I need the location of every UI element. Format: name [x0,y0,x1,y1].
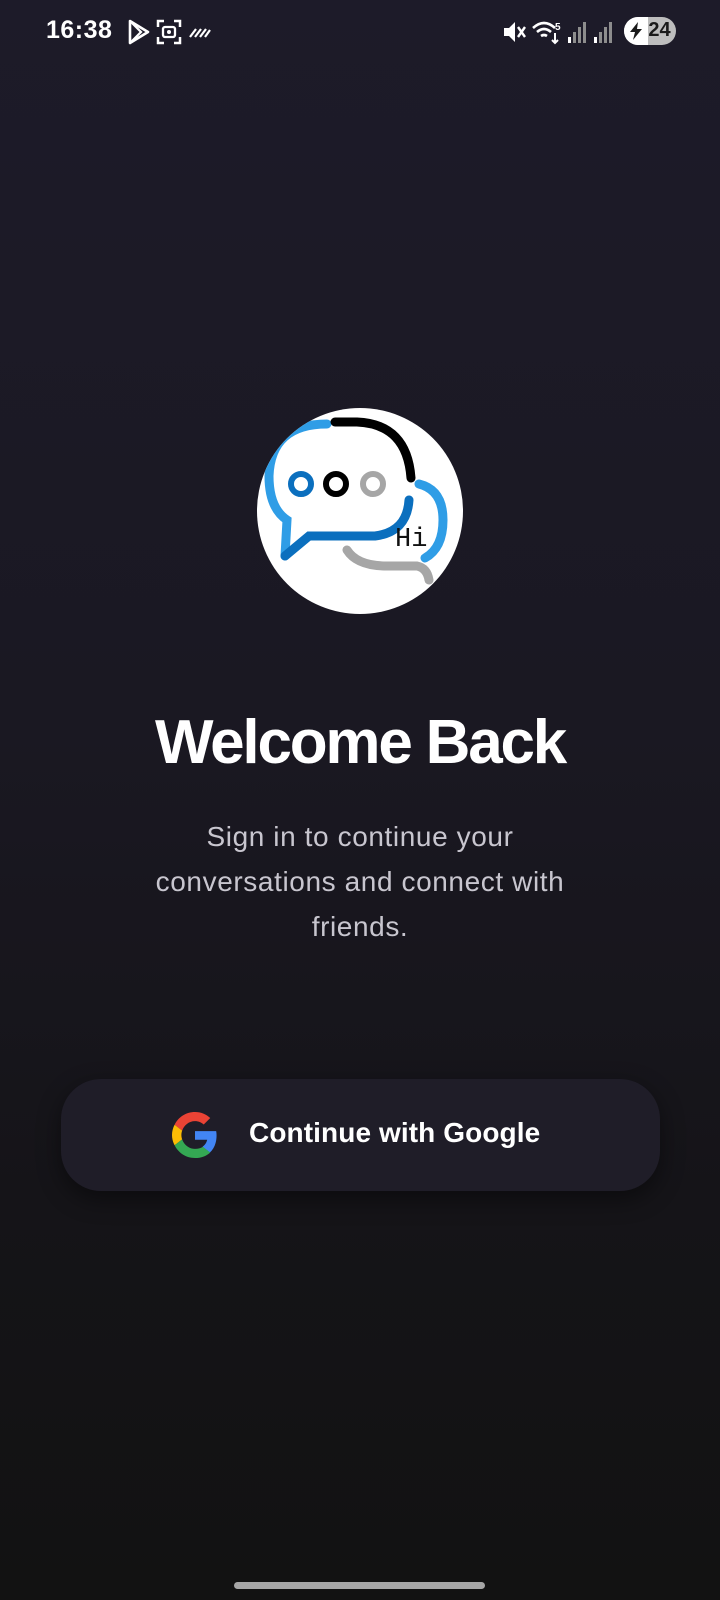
home-indicator[interactable] [234,1582,485,1589]
vibrate-mute-icon [504,22,526,42]
logo-hi-text: Hi [395,525,427,555]
battery-charging-icon [630,22,642,40]
play-store-icon [128,19,150,45]
continue-with-google-button[interactable]: Continue with Google [61,1079,660,1191]
screenshot-icon [156,19,182,45]
signal-icon [594,22,612,43]
wifi-icon: 5 [532,21,561,45]
status-bar: 16:38 5 24 [0,0,720,64]
battery-level: 24 [648,19,671,41]
page-subtitle: Sign in to continue your conversations a… [120,814,600,949]
google-icon [172,1112,217,1158]
data-activity-icon [189,28,211,38]
battery-indicator: 24 [624,17,676,45]
subtitle-line: Sign in to continue your [206,821,514,852]
app-logo: Hi [257,408,463,614]
google-button-label: Continue with Google [249,1117,541,1148]
signal-icon [568,22,586,43]
status-time: 16:38 [46,16,113,44]
page-title: Welcome Back [154,708,567,777]
subtitle-line: conversations and connect with [155,866,565,897]
subtitle-line: friends. [311,911,409,942]
network-type-label: 5 [555,22,561,33]
